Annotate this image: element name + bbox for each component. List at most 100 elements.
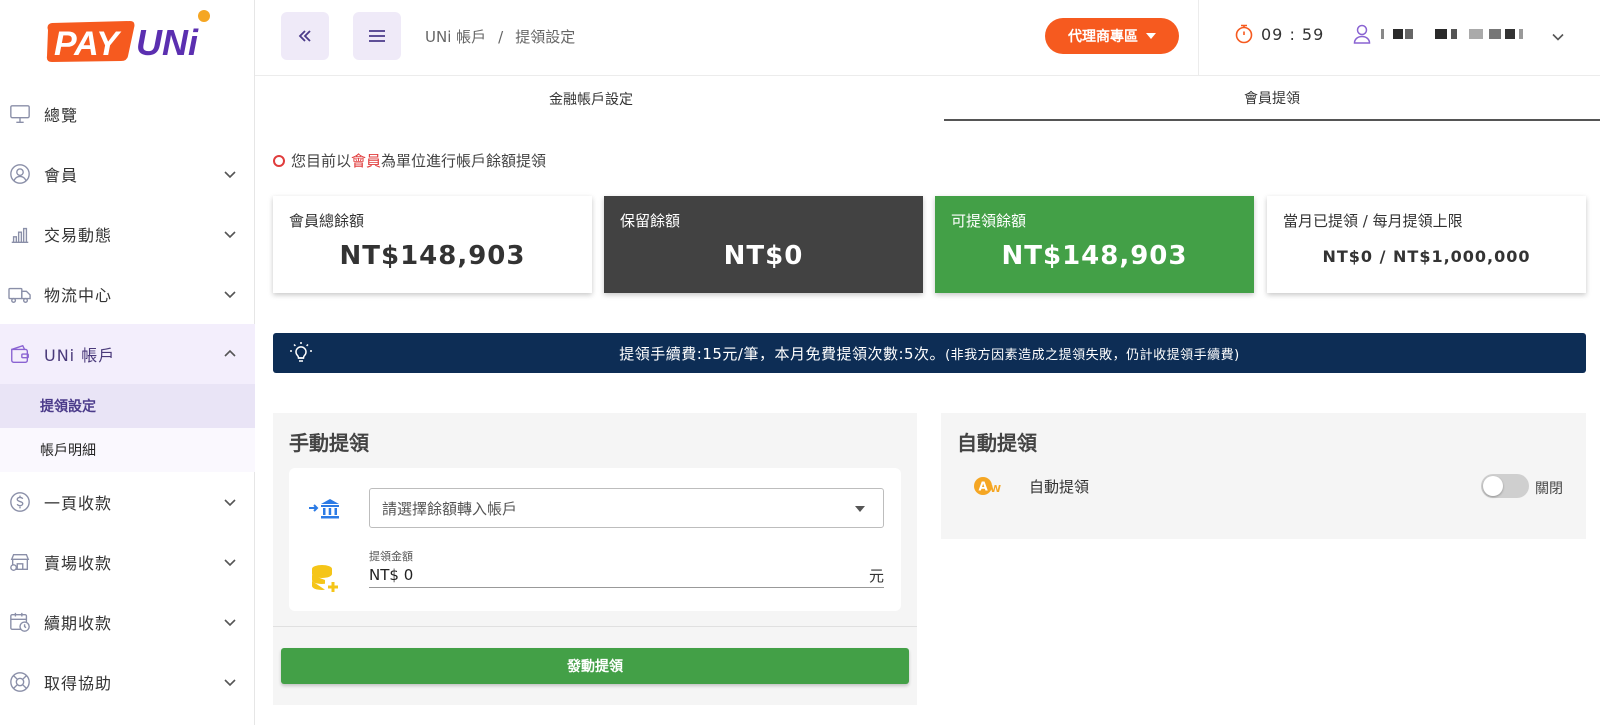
- user-menu[interactable]: [1353, 24, 1529, 44]
- sidebar-item-label: 交易動態: [44, 226, 113, 245]
- truck-icon: [8, 282, 32, 306]
- select-placeholder: 請選擇餘額轉入帳戶: [382, 499, 518, 518]
- sidebar-subitem-account-details[interactable]: 帳戶明細: [0, 428, 255, 472]
- agent-zone-label: 代理商專區: [1068, 29, 1138, 45]
- manual-withdraw-panel: 手動提領 請選擇餘額轉入帳戶 提領金額 元 發動提領: [273, 413, 917, 705]
- chevron-up-icon: [224, 349, 236, 357]
- amount-field: 元: [369, 562, 884, 588]
- sidebar-item-store-payment[interactable]: 賣場收款: [0, 532, 255, 592]
- payout-account-select[interactable]: 請選擇餘額轉入帳戶: [369, 488, 884, 528]
- toggle-state-label: 關閉: [1535, 481, 1563, 497]
- banner-text: 提領手續費:15元/筆，本月免費提領次數:5次。(非我方因素造成之提領失敗，仍計…: [273, 343, 1586, 364]
- fee-info-banner: 提領手續費:15元/筆，本月免費提領次數:5次。(非我方因素造成之提領失敗，仍計…: [273, 333, 1586, 373]
- card-reserved-balance: 保留餘額 NT$0: [604, 196, 923, 293]
- card-label: 會員總餘額: [289, 212, 365, 230]
- sidebar-item-uni-account[interactable]: UNi 帳戶: [0, 324, 255, 384]
- sidebar-item-transactions[interactable]: 交易動態: [0, 204, 255, 264]
- payuni-logo[interactable]: PAY UNi: [44, 8, 214, 64]
- sidebar-item-label: UNi 帳戶: [44, 346, 116, 365]
- amount-unit: 元: [868, 567, 884, 585]
- panel-divider: [273, 626, 917, 627]
- auto-withdraw-row: AW 自動提領 關閉: [973, 471, 1563, 501]
- chevron-down-icon: [224, 559, 236, 567]
- lightbulb-icon: [290, 342, 312, 362]
- amount-input[interactable]: [369, 565, 829, 584]
- sidebar-item-members[interactable]: 會員: [0, 144, 255, 204]
- banner-fee-text: 提領手續費:15元/筆，本月免費提領次數:5次。: [619, 344, 946, 363]
- card-label: 可提領餘額: [951, 212, 1027, 230]
- submit-withdraw-button[interactable]: 發動提領: [281, 648, 909, 684]
- notice-highlight: 會員: [351, 152, 382, 170]
- sidebar-item-overview[interactable]: 總覽: [0, 84, 255, 144]
- monitor-icon: [8, 102, 32, 126]
- auto-withdraw-label: 自動提領: [1029, 477, 1090, 496]
- card-label: 當月已提領 / 每月提領上限: [1283, 212, 1463, 230]
- panel-title: 自動提領: [957, 431, 1037, 455]
- logo-uni-text: UNi: [136, 22, 199, 63]
- auto-withdraw-icon: AW: [974, 477, 1001, 495]
- user-name-redacted: [1379, 26, 1529, 42]
- chevron-down-icon: [224, 231, 236, 239]
- calendar-clock-icon: [8, 610, 32, 634]
- stopwatch-icon: [1235, 24, 1253, 44]
- sidebar-item-one-page-payment[interactable]: 一頁收款: [0, 472, 255, 532]
- user-icon: [1353, 24, 1371, 44]
- breadcrumb-item-current: 提領設定: [515, 28, 576, 46]
- sidebar-item-label: 賣場收款: [44, 554, 113, 573]
- card-monthly-withdrawal: 當月已提領 / 每月提領上限 NT$0 / NT$1,000,000: [1267, 196, 1586, 293]
- svg-text:W: W: [990, 484, 1001, 495]
- menu-button[interactable]: [353, 12, 401, 60]
- card-value: NT$148,903: [1001, 241, 1188, 271]
- auto-withdraw-toggle[interactable]: [1481, 474, 1529, 498]
- sidebar-nav: 總覽 會員 交易動態 物流中心 UNi 帳戶 提領設定 帳戶明細 一頁收款 賣場…: [0, 84, 255, 712]
- card-total-balance: 會員總餘額 NT$148,903: [273, 196, 592, 293]
- notice-suffix: 為單位進行帳戶餘額提領: [381, 152, 547, 170]
- chevron-down-icon: [224, 171, 236, 179]
- sidebar: PAY UNi 總覽 會員 交易動態 物流中心 UNi 帳戶 提領設定 帳戶明細…: [0, 0, 255, 725]
- chevron-down-icon: [224, 679, 236, 687]
- panel-title: 手動提領: [289, 431, 369, 455]
- store-icon: [8, 550, 32, 574]
- topbar-divider: [1198, 0, 1199, 76]
- sidebar-item-help[interactable]: 取得協助: [0, 652, 255, 712]
- withdraw-notice: 您目前以 會員 為單位進行帳戶餘額提領: [273, 150, 546, 171]
- coins-add-icon: [312, 565, 338, 592]
- sidebar-item-logistics[interactable]: 物流中心: [0, 264, 255, 324]
- card-value: NT$0 / NT$1,000,000: [1322, 247, 1531, 266]
- caret-down-icon: [1146, 33, 1156, 39]
- chevron-down-icon: [224, 291, 236, 299]
- session-timer: 09 : 59: [1235, 24, 1324, 44]
- sidebar-item-label: 取得協助: [44, 674, 113, 693]
- tab-bank-account-settings[interactable]: 金融帳戶設定: [255, 77, 927, 121]
- sidebar-item-recurring-payment[interactable]: 續期收款: [0, 592, 255, 652]
- agent-zone-button[interactable]: 代理商專區: [1045, 18, 1179, 54]
- tab-member-withdrawal[interactable]: 會員提領: [944, 77, 1600, 121]
- double-chevron-left-icon: [298, 30, 311, 42]
- logo-pay-text: PAY: [54, 25, 122, 63]
- banner-note: (非我方因素造成之提領失敗，仍計收提領手續費): [945, 347, 1240, 363]
- user-circle-icon: [8, 162, 32, 186]
- chevron-down-icon[interactable]: [1551, 30, 1565, 44]
- chevron-down-icon: [224, 619, 236, 627]
- card-withdrawable-balance: 可提領餘額 NT$148,903: [935, 196, 1254, 293]
- hamburger-icon: [369, 30, 385, 42]
- circle-icon: [273, 154, 285, 167]
- notice-prefix: 您目前以: [291, 152, 352, 170]
- collapse-sidebar-button[interactable]: [281, 12, 329, 60]
- bar-chart-icon: [8, 222, 32, 246]
- auto-withdraw-panel: 自動提領 AW 自動提領 關閉: [941, 413, 1586, 539]
- breadcrumb: UNi 帳戶 / 提領設定: [425, 26, 575, 47]
- breadcrumb-separator: /: [498, 28, 504, 46]
- tabs: 金融帳戶設定 會員提領: [255, 77, 1600, 121]
- sidebar-item-label: 一頁收款: [44, 494, 113, 513]
- breadcrumb-item-uni-account[interactable]: UNi 帳戶: [425, 28, 486, 46]
- toggle-knob: [1483, 476, 1503, 496]
- dollar-circle-icon: [8, 490, 32, 514]
- caret-down-icon: [855, 506, 865, 512]
- lifebuoy-icon: [8, 670, 32, 694]
- sidebar-subitem-withdraw-settings[interactable]: 提領設定: [0, 384, 255, 428]
- chevron-down-icon: [224, 499, 236, 507]
- sidebar-item-label: 總覽: [44, 106, 79, 125]
- sidebar-item-label: 物流中心: [44, 286, 113, 305]
- card-label: 保留餘額: [620, 212, 681, 230]
